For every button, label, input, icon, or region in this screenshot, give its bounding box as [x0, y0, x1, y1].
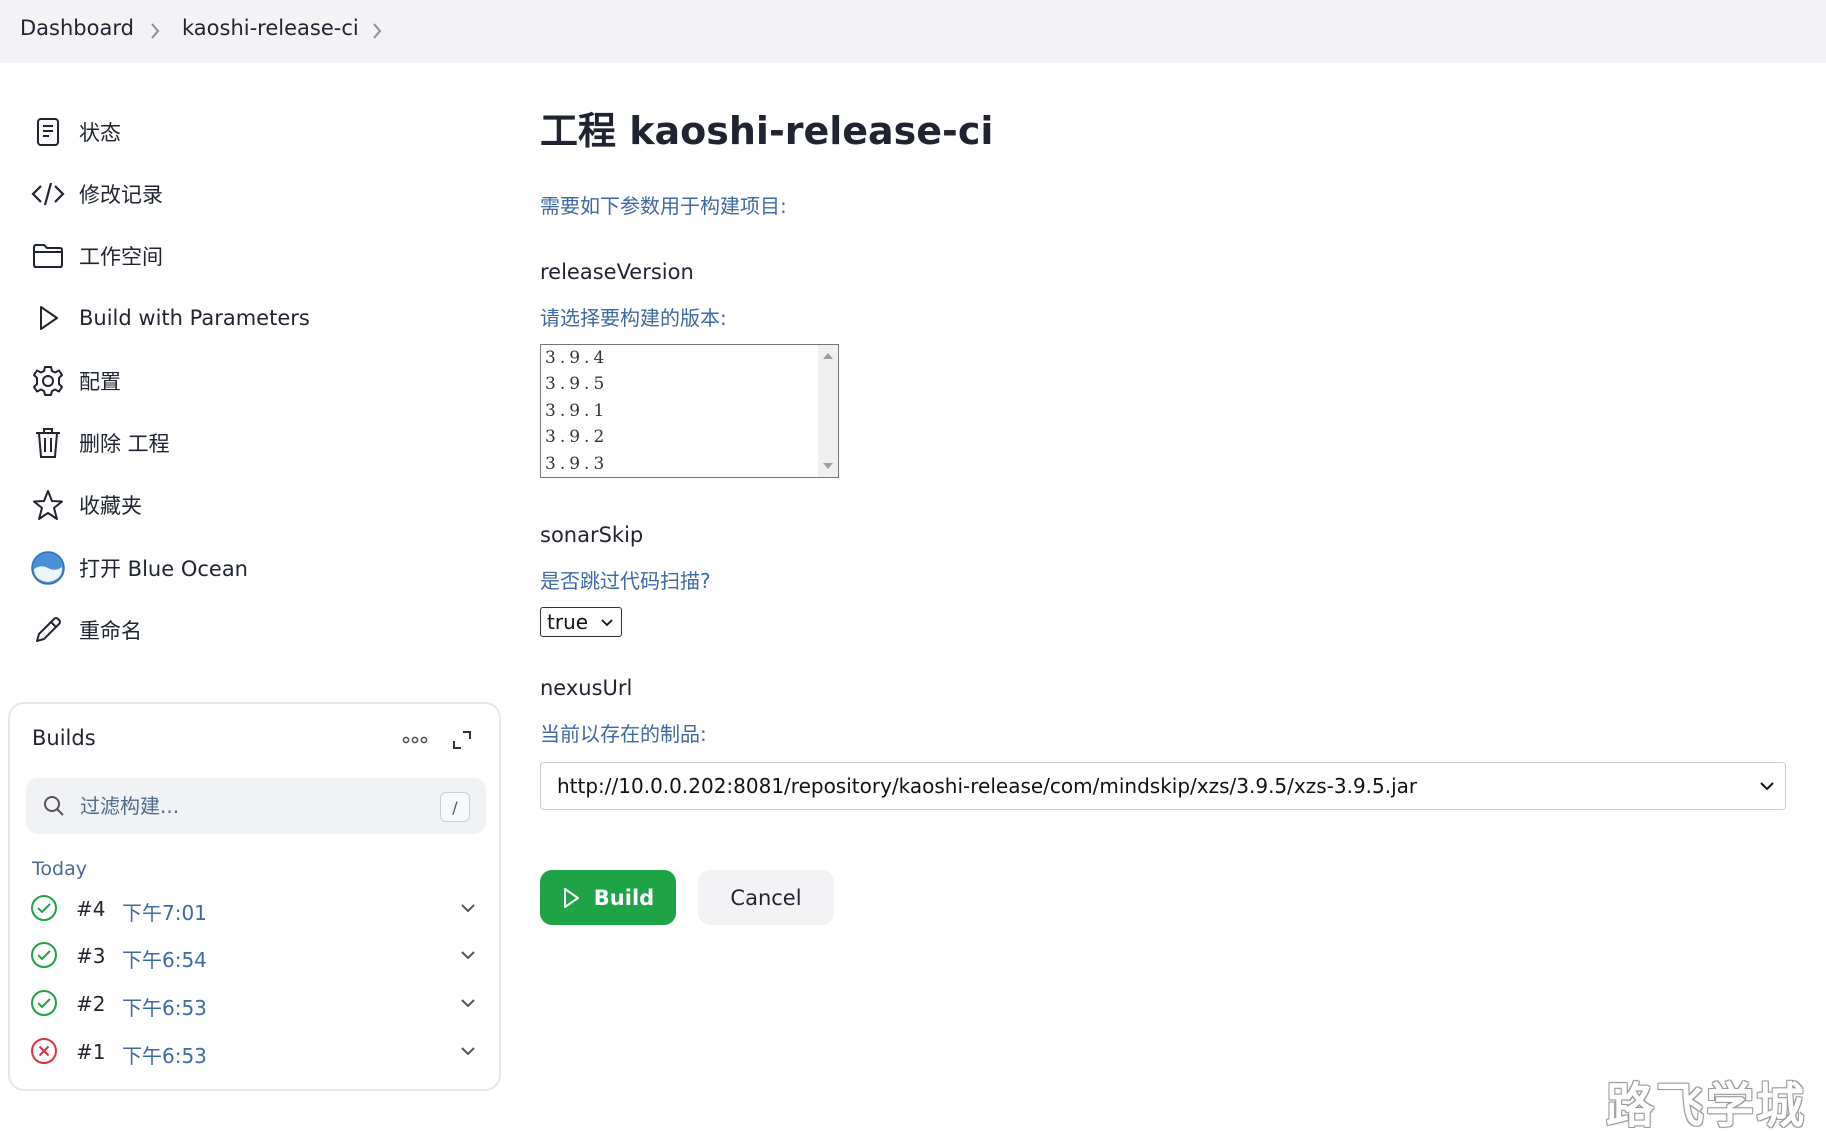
success-icon [31, 895, 57, 921]
build-button[interactable]: Build [540, 870, 676, 925]
param-desc-nexusurl: 当前以存在的制品: [540, 722, 707, 746]
breadcrumb-dashboard[interactable]: Dashboard [20, 16, 134, 40]
param-name-releaseversion: releaseVersion [540, 260, 694, 284]
filter-builds: / [26, 778, 486, 834]
blue-ocean-icon [28, 548, 68, 588]
chevron-down-icon[interactable] [460, 949, 476, 961]
star-icon [28, 485, 68, 525]
build-number[interactable]: #4 [76, 897, 105, 921]
sidebar-item-build-with-parameters[interactable]: Build with Parameters [28, 296, 468, 340]
trash-icon [28, 423, 68, 463]
chevron-down-icon [601, 619, 613, 627]
sidebar-item-favorite[interactable]: 收藏夹 [28, 483, 468, 527]
sidebar-item-label: 收藏夹 [79, 494, 142, 518]
document-icon [28, 112, 68, 152]
listbox-option[interactable]: 3.9.2 [541, 424, 838, 450]
sidebar-item-label: 删除 工程 [79, 432, 170, 456]
shortcut-badge: / [440, 792, 470, 822]
sidebar-item-label: 工作空间 [79, 245, 163, 269]
build-time[interactable]: 下午6:53 [122, 992, 207, 1021]
folder-icon [28, 236, 68, 276]
search-icon [44, 796, 64, 816]
breadcrumb: Dashboard kaoshi-release-ci [0, 0, 1826, 63]
breadcrumb-project[interactable]: kaoshi-release-ci [182, 16, 359, 40]
chevron-down-icon [1760, 782, 1774, 791]
sidebar-item-workspace[interactable]: 工作空间 [28, 234, 468, 278]
watermark: 路飞学城 [1606, 1078, 1807, 1131]
failed-icon [31, 1038, 57, 1064]
sonarskip-select[interactable]: true [540, 607, 622, 637]
release-version-listbox[interactable]: 3.9.4 3.9.5 3.9.1 3.9.2 3.9.3 [540, 344, 839, 478]
scroll-down-arrow-icon[interactable] [823, 463, 833, 469]
build-time[interactable]: 下午6:53 [122, 1040, 207, 1069]
gear-icon [28, 361, 68, 401]
build-number[interactable]: #3 [76, 944, 105, 968]
cancel-button[interactable]: Cancel [698, 870, 834, 925]
sidebar-item-rename[interactable]: 重命名 [28, 608, 468, 652]
chevron-down-icon[interactable] [460, 902, 476, 914]
builds-panel: Builds / Today #4 下午7:01 #3 下午6:54 #2 下午… [8, 702, 501, 1091]
chevron-right-icon[interactable] [370, 20, 384, 42]
group-label-today: Today [32, 858, 87, 880]
sidebar-item-label: 打开 Blue Ocean [79, 557, 248, 581]
build-number[interactable]: #2 [76, 992, 105, 1016]
build-time[interactable]: 下午6:54 [122, 944, 207, 973]
build-row[interactable]: #4 下午7:01 [30, 892, 490, 928]
listbox-option[interactable]: 3.9.1 [541, 398, 838, 424]
params-intro: 需要如下参数用于构建项目: [540, 194, 787, 218]
build-row[interactable]: #2 下午6:53 [30, 987, 490, 1023]
sidebar-item-label: Build with Parameters [79, 306, 310, 330]
param-name-nexusurl: nexusUrl [540, 676, 633, 700]
code-icon [28, 174, 68, 214]
sidebar-item-configure[interactable]: 配置 [28, 359, 468, 403]
expand-icon[interactable] [450, 728, 474, 752]
success-icon [31, 990, 57, 1016]
sidebar-item-label: 配置 [79, 370, 121, 394]
cancel-button-label: Cancel [730, 885, 802, 910]
build-time[interactable]: 下午7:01 [122, 897, 207, 926]
listbox-option[interactable]: 3.9.5 [541, 371, 838, 397]
chevron-down-icon[interactable] [460, 1045, 476, 1057]
filter-builds-input[interactable] [80, 790, 420, 822]
success-icon [31, 942, 57, 968]
sidebar-item-label: 修改记录 [79, 183, 163, 207]
sidebar-item-blue-ocean[interactable]: 打开 Blue Ocean [28, 546, 468, 590]
nexusurl-value: http://10.0.0.202:8081/repository/kaoshi… [557, 774, 1418, 798]
more-icon[interactable] [400, 730, 430, 750]
build-button-label: Build [593, 885, 655, 910]
param-desc-releaseversion: 请选择要构建的版本: [540, 306, 727, 330]
chevron-down-icon[interactable] [460, 997, 476, 1009]
page-title: 工程 kaoshi-release-ci [540, 109, 994, 153]
play-icon [28, 298, 68, 338]
nexusurl-select[interactable]: http://10.0.0.202:8081/repository/kaoshi… [540, 762, 1786, 810]
sidebar-item-label: 重命名 [79, 619, 142, 643]
build-number[interactable]: #1 [76, 1040, 105, 1064]
pencil-icon [28, 610, 68, 650]
builds-title: Builds [32, 726, 96, 750]
build-row[interactable]: #3 下午6:54 [30, 939, 490, 975]
listbox-scrollbar[interactable] [818, 345, 838, 477]
listbox-option[interactable]: 3.9.4 [541, 345, 838, 371]
sidebar-item-delete-project[interactable]: 删除 工程 [28, 421, 468, 465]
play-icon [563, 887, 579, 908]
listbox-option[interactable]: 3.9.3 [541, 451, 838, 477]
param-desc-sonarskip: 是否跳过代码扫描? [540, 569, 711, 593]
sonarskip-value: true [547, 610, 589, 634]
build-row[interactable]: #1 下午6:53 [30, 1035, 490, 1071]
sidebar-item-label: 状态 [79, 121, 121, 145]
scroll-up-arrow-icon[interactable] [823, 353, 833, 359]
sidebar-item-changes[interactable]: 修改记录 [28, 172, 468, 216]
sidebar-item-status[interactable]: 状态 [28, 110, 468, 154]
chevron-right-icon [151, 23, 160, 39]
param-name-sonarskip: sonarSkip [540, 523, 644, 547]
